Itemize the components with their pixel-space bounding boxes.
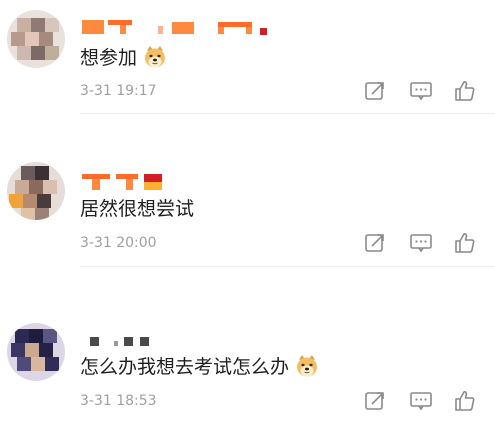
thumbs-up-icon xyxy=(455,390,475,411)
comment-text: 想参加 xyxy=(80,45,167,70)
divider xyxy=(80,266,495,267)
avatar[interactable] xyxy=(7,10,65,68)
comment-button[interactable] xyxy=(408,388,434,414)
comment-item: 居然很想尝试 3-31 20:00 xyxy=(0,150,495,270)
repost-button[interactable] xyxy=(362,230,388,256)
comment-text: 居然很想尝试 xyxy=(80,197,194,221)
comment-icon xyxy=(410,82,432,101)
repost-icon xyxy=(365,82,384,100)
comment-text-body: 居然很想尝试 xyxy=(80,198,195,220)
comment-text: 怎么办我想去考试怎么办 xyxy=(80,354,319,379)
repost-icon xyxy=(365,234,384,252)
comment-button[interactable] xyxy=(408,78,434,104)
like-button[interactable] xyxy=(452,230,478,256)
comment-icon xyxy=(410,392,432,411)
doge-emoji-icon xyxy=(295,354,319,378)
like-button[interactable] xyxy=(452,78,478,104)
comment-item: 想参加 3-31 19:17 xyxy=(0,0,495,120)
repost-button[interactable] xyxy=(362,78,388,104)
username[interactable] xyxy=(80,174,170,192)
repost-button[interactable] xyxy=(362,388,388,414)
divider xyxy=(80,113,495,114)
comment-icon xyxy=(410,234,432,253)
comment-text-body: 想参加 xyxy=(80,47,138,69)
comment-item: 怎么办我想去考试怎么办 3-31 18:53 xyxy=(0,303,495,423)
repost-icon xyxy=(365,392,384,410)
comment-feed: 想参加 3-31 19:17 居然很想尝试 3-31 20:00 怎么办我想去考… xyxy=(0,0,495,423)
avatar[interactable] xyxy=(7,323,65,381)
thumbs-up-icon xyxy=(455,232,475,253)
avatar[interactable] xyxy=(7,162,65,220)
comment-timestamp: 3-31 19:17 xyxy=(80,83,157,99)
comment-timestamp: 3-31 18:53 xyxy=(80,393,157,409)
doge-emoji-icon xyxy=(143,45,167,69)
comment-button[interactable] xyxy=(408,230,434,256)
comment-timestamp: 3-31 20:00 xyxy=(80,235,157,251)
username[interactable] xyxy=(80,18,270,36)
thumbs-up-icon xyxy=(455,80,475,101)
like-button[interactable] xyxy=(452,388,478,414)
comment-text-body: 怎么办我想去考试怎么办 xyxy=(80,356,290,378)
username[interactable] xyxy=(80,333,160,351)
